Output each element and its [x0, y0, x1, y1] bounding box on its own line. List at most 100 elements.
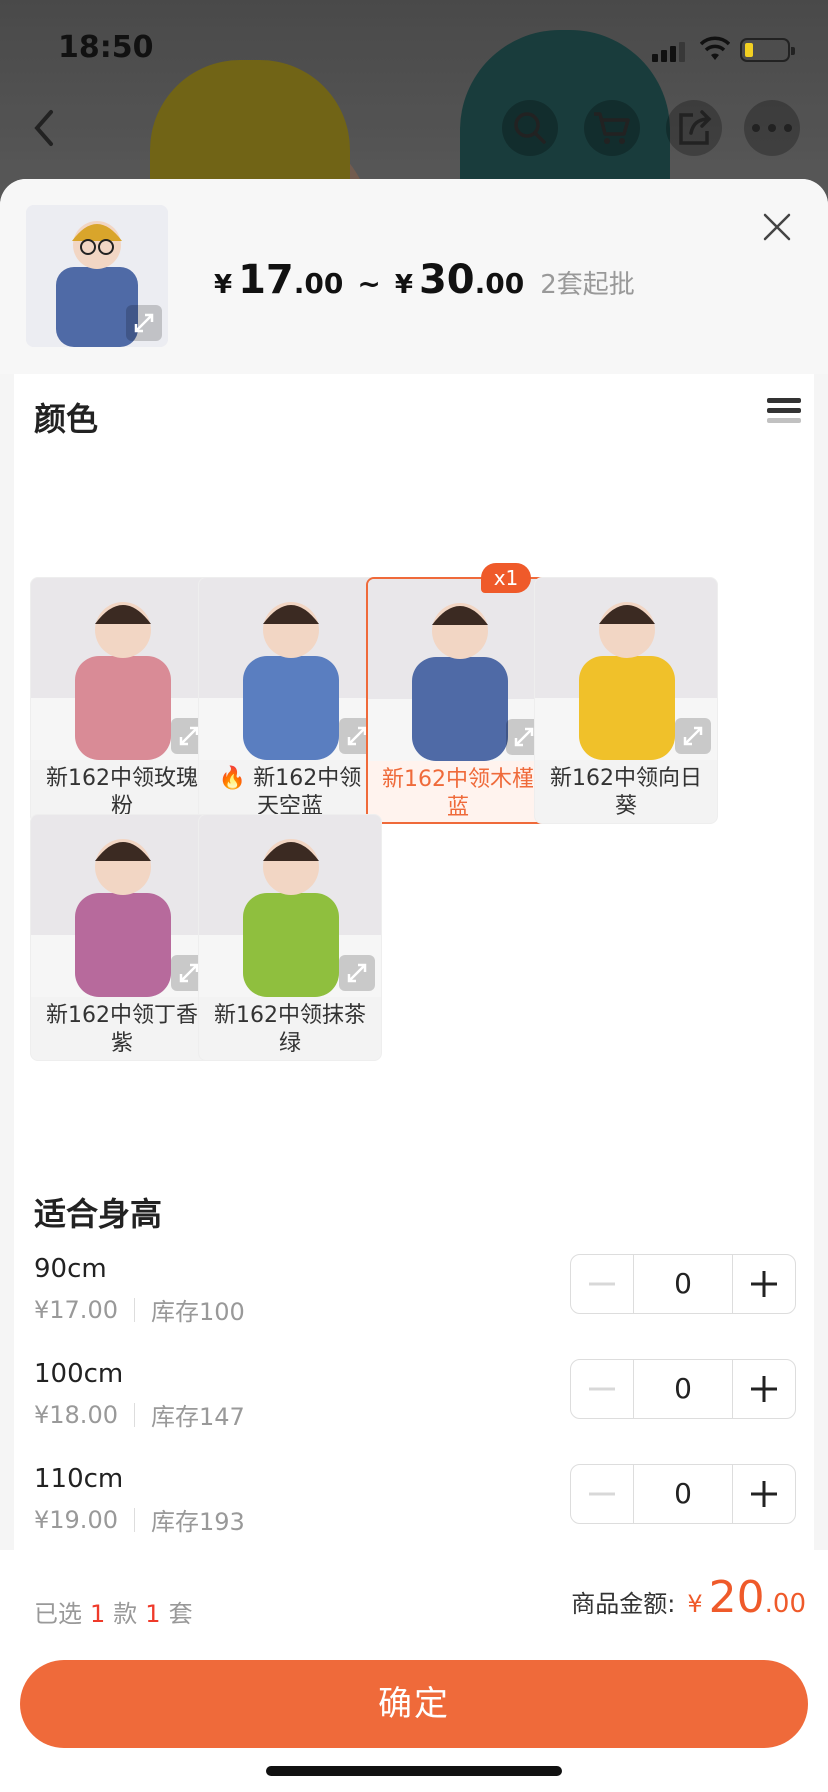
price-range: ¥ 17 .00 ~ ¥ 30 .00 2套起批 [214, 257, 635, 303]
status-time: 18:50 [58, 30, 154, 65]
close-button[interactable] [757, 207, 797, 247]
size-row: 100cm ¥18.00 库存147 0 [14, 1359, 814, 1469]
color-option-5[interactable]: 新162中领丁香紫 [30, 814, 214, 1061]
plus-icon [751, 1376, 777, 1402]
total-currency: ¥ [687, 1590, 703, 1618]
size-price: ¥17.00 [34, 1295, 118, 1324]
styles-unit: 款 [113, 1600, 138, 1628]
product-thumbnail[interactable] [26, 205, 168, 347]
home-indicator [266, 1766, 562, 1776]
increase-button[interactable] [733, 1255, 795, 1313]
cart-button[interactable] [584, 100, 640, 156]
price-min: 17 [238, 257, 294, 303]
size-price: ¥19.00 [34, 1505, 118, 1534]
color-option-image [535, 578, 717, 760]
quantity-input[interactable]: 0 [633, 1255, 733, 1313]
size-name: 100cm [34, 1359, 124, 1389]
close-icon [763, 213, 791, 241]
size-meta: ¥18.00 库存147 [34, 1397, 245, 1432]
price-max: 30 [418, 257, 475, 303]
size-meta: ¥17.00 库存100 [34, 1292, 245, 1327]
increase-button[interactable] [733, 1465, 795, 1523]
size-name: 90cm [34, 1254, 107, 1284]
decrease-button[interactable] [571, 1465, 633, 1523]
more-icon [752, 124, 792, 132]
quantity-stepper: 0 [570, 1254, 796, 1314]
expand-icon[interactable] [675, 718, 711, 754]
size-stock: 库存147 [150, 1403, 245, 1431]
price-min-decimal: .00 [293, 267, 344, 300]
list-view-icon[interactable] [767, 398, 801, 428]
size-price: ¥18.00 [34, 1400, 118, 1429]
color-option-image [199, 578, 381, 760]
color-section-title: 颜色 [34, 400, 99, 438]
sheet-header: ¥ 17 .00 ~ ¥ 30 .00 2套起批 [0, 179, 828, 374]
divider [133, 1297, 135, 1322]
quantity-stepper: 0 [570, 1359, 796, 1419]
selected-styles-count: 1 [90, 1600, 106, 1628]
price-max-decimal: .00 [474, 267, 525, 300]
size-stock: 库存193 [150, 1508, 245, 1536]
color-option-2[interactable]: 🔥 新162中领天空蓝 [198, 577, 382, 824]
sets-unit: 套 [168, 1600, 193, 1628]
more-button[interactable] [744, 100, 800, 156]
wifi-icon [700, 36, 730, 60]
total-decimal: .00 [764, 1589, 806, 1619]
decrease-button[interactable] [571, 1360, 633, 1418]
size-row: 90cm ¥17.00 库存100 0 [14, 1254, 814, 1364]
quantity-input[interactable]: 0 [633, 1360, 733, 1418]
size-stock: 库存100 [150, 1298, 245, 1326]
expand-icon[interactable] [339, 955, 375, 991]
color-option-label: 新162中领木槿蓝 [368, 763, 548, 822]
selected-sets-count: 1 [145, 1600, 161, 1628]
color-option-image [199, 815, 381, 997]
color-option-1[interactable]: 新162中领玫瑰粉 [30, 577, 214, 824]
color-option-3[interactable]: 新162中领木槿蓝 [366, 577, 550, 824]
sheet-footer: 已选 1 款 1 套 商品金额: ¥ 20 .00 确定 [0, 1550, 828, 1792]
price-currency: ¥ [394, 270, 413, 300]
color-option-text: 新162中领天空蓝 [253, 766, 362, 819]
plus-icon [751, 1271, 777, 1297]
total-amount: 商品金额: ¥ 20 .00 [571, 1572, 806, 1623]
cart-icon [594, 112, 630, 144]
search-button[interactable] [502, 100, 558, 156]
signal-icon [652, 40, 688, 62]
color-option-4[interactable]: 新162中领向日葵 [534, 577, 718, 824]
color-option-text: 新162中领木槿蓝 [382, 767, 534, 820]
color-option-text: 新162中领抹茶绿 [214, 1003, 366, 1056]
color-option-image [31, 578, 213, 760]
selection-summary: 已选 1 款 1 套 [34, 1594, 193, 1629]
decrease-button[interactable] [571, 1255, 633, 1313]
minus-icon [589, 1492, 615, 1496]
quantity-input[interactable]: 0 [633, 1465, 733, 1523]
chevron-left-icon [34, 110, 53, 146]
selection-prefix: 已选 [34, 1600, 82, 1628]
confirm-button[interactable]: 确定 [20, 1660, 808, 1748]
top-nav [0, 100, 828, 168]
quantity-stepper: 0 [570, 1464, 796, 1524]
status-bar: 18:50 [0, 0, 828, 100]
price-currency: ¥ [214, 270, 233, 300]
color-option-label: 新162中领丁香紫 [31, 999, 213, 1060]
selected-quantity-badge: x1 [481, 563, 531, 593]
battery-icon [740, 38, 795, 62]
color-option-image [368, 579, 548, 761]
size-section-title: 适合身高 [34, 1195, 163, 1233]
divider [133, 1507, 135, 1532]
color-option-image [31, 815, 213, 997]
share-icon [679, 110, 712, 145]
price-separator: ~ [357, 267, 381, 300]
plus-icon [751, 1481, 777, 1507]
sku-sheet: ¥ 17 .00 ~ ¥ 30 .00 2套起批 颜色 新162中领玫瑰粉 🔥 新… [0, 179, 828, 1792]
increase-button[interactable] [733, 1360, 795, 1418]
color-option-6[interactable]: 新162中领抹茶绿 [198, 814, 382, 1061]
back-button[interactable] [16, 100, 72, 156]
color-option-text: 新162中领丁香紫 [46, 1003, 198, 1056]
color-option-label: 新162中领向日葵 [535, 762, 717, 823]
share-button[interactable] [666, 100, 722, 156]
expand-icon[interactable] [126, 305, 162, 341]
divider [133, 1402, 135, 1427]
size-name: 110cm [34, 1464, 124, 1494]
search-icon [514, 112, 546, 144]
hot-fire-icon: 🔥 [218, 766, 247, 791]
